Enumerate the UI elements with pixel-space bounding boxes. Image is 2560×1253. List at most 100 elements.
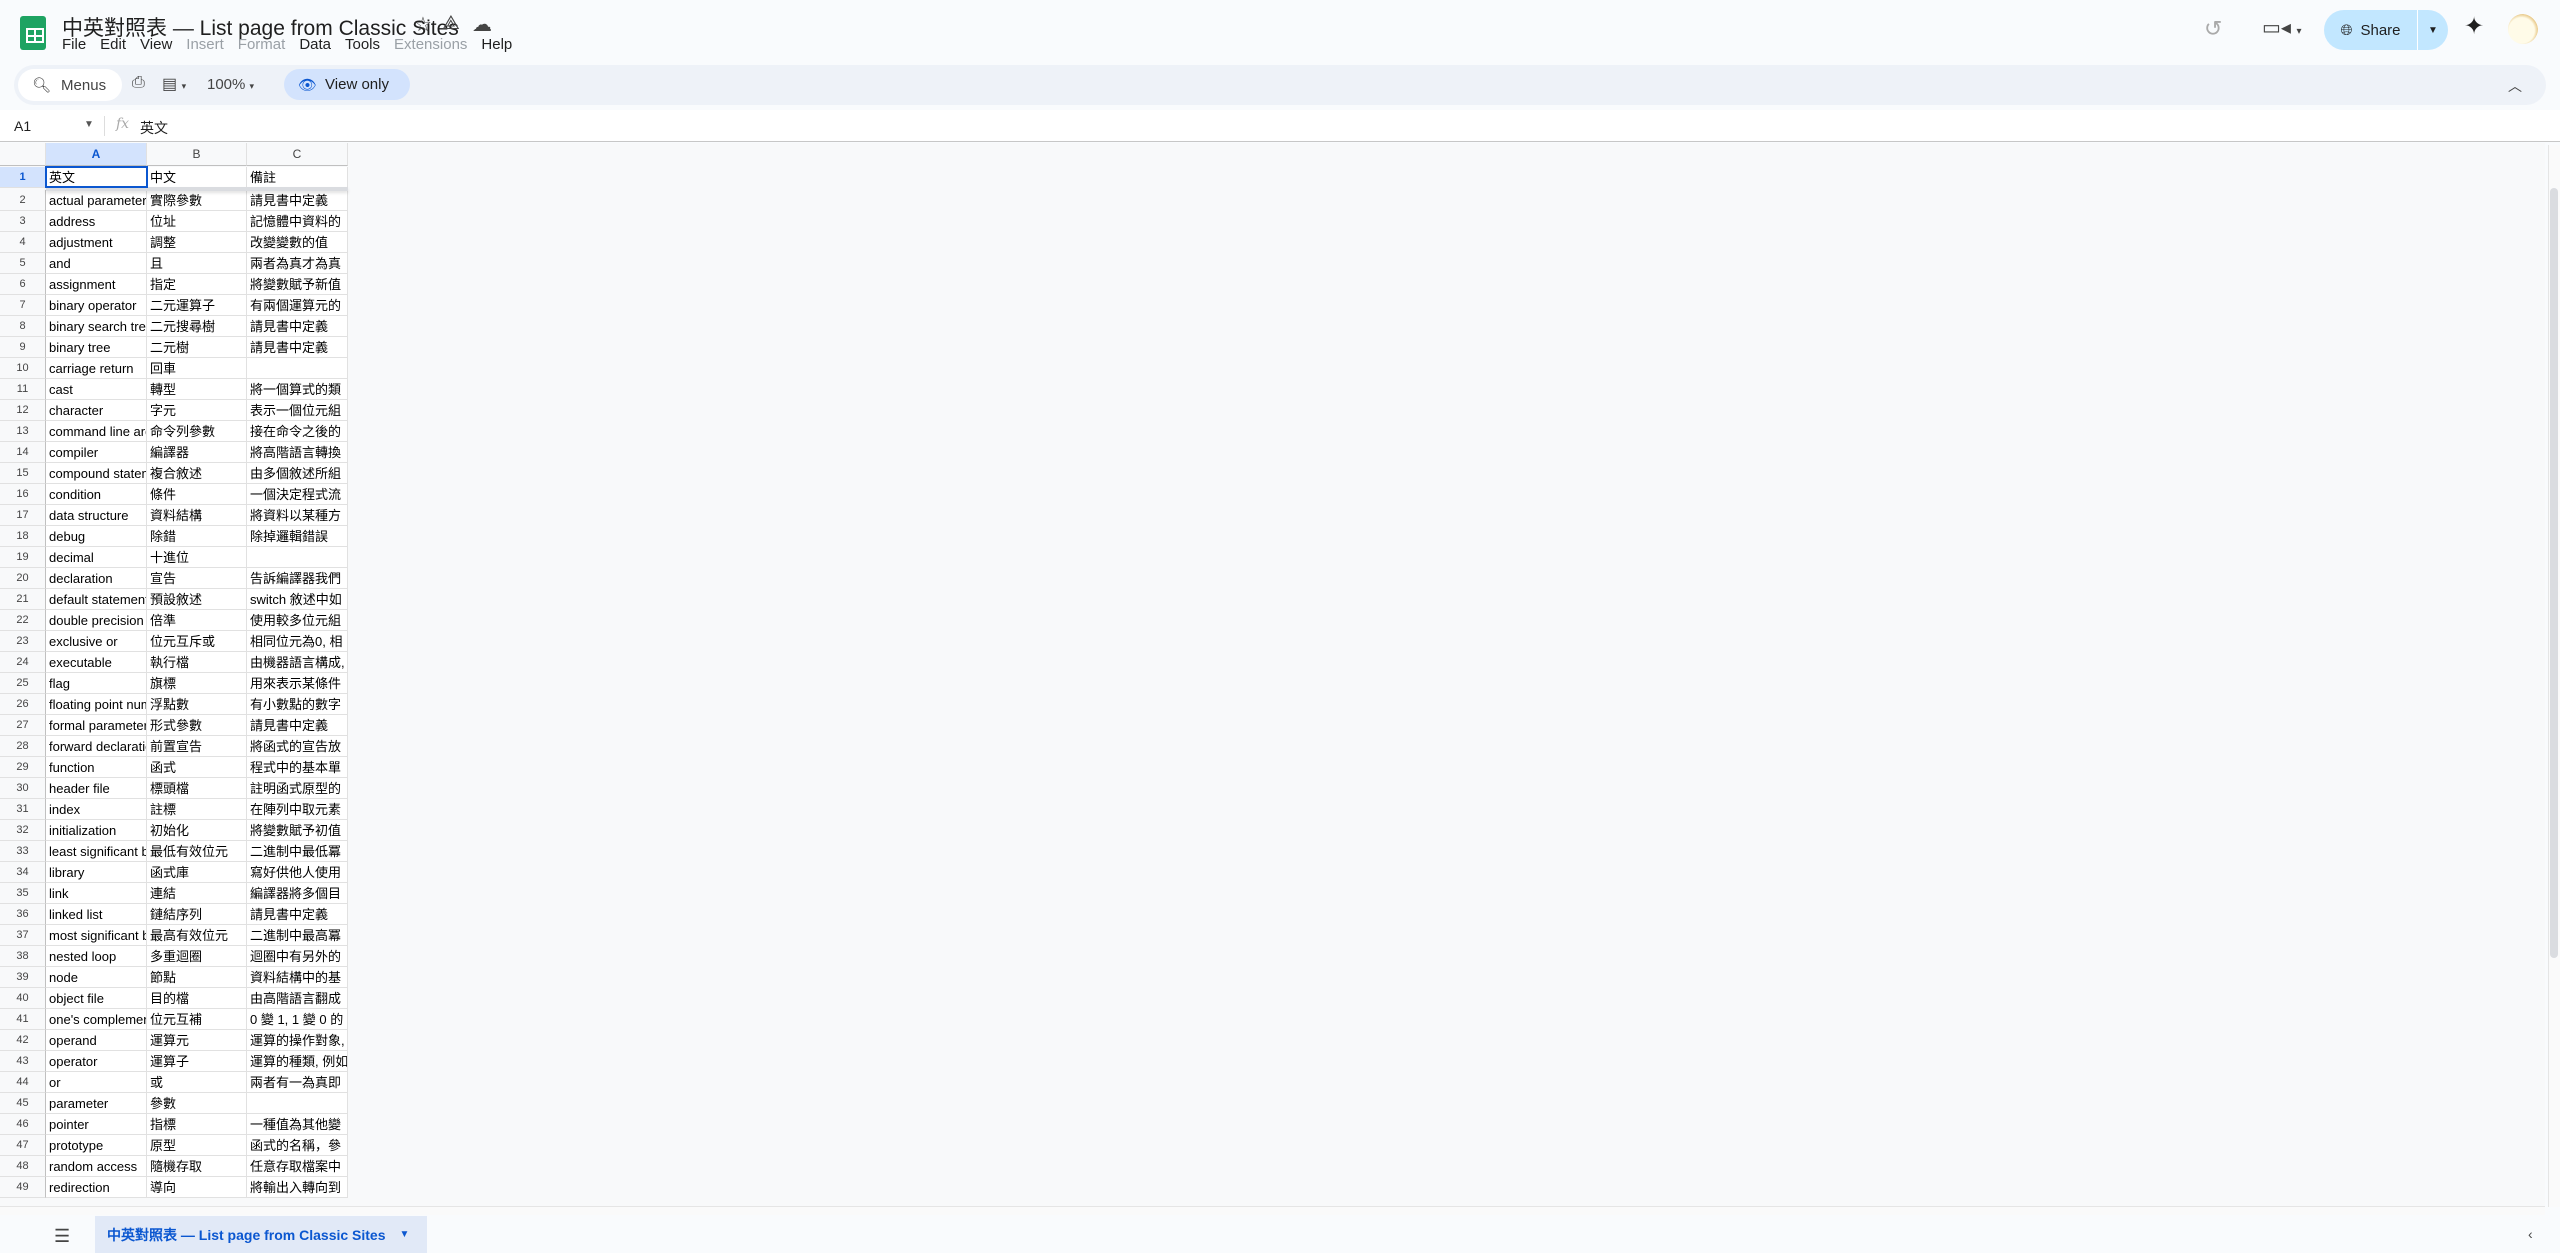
cell-B10[interactable]: 回車 bbox=[147, 358, 247, 379]
name-box-dropdown-icon[interactable]: ▼ bbox=[84, 119, 94, 130]
menu-help[interactable]: Help bbox=[481, 36, 512, 53]
cell-A19[interactable]: decimal bbox=[46, 547, 147, 568]
row-header[interactable]: 2 bbox=[0, 190, 46, 211]
row-header[interactable]: 20 bbox=[0, 568, 46, 589]
row-header[interactable]: 23 bbox=[0, 631, 46, 652]
cell-A12[interactable]: character bbox=[46, 400, 147, 421]
row-header[interactable]: 26 bbox=[0, 694, 46, 715]
row-header[interactable]: 27 bbox=[0, 715, 46, 736]
cell-A17[interactable]: data structure bbox=[46, 505, 147, 526]
cell-B47[interactable]: 原型 bbox=[147, 1135, 247, 1156]
cell-B30[interactable]: 標頭檔 bbox=[147, 778, 247, 799]
sheet-tab[interactable]: 中英對照表 — List page from Classic Sites ▼ bbox=[95, 1216, 427, 1253]
cell-C23[interactable]: 相同位元為0, 相 bbox=[247, 631, 348, 652]
cell-A5[interactable]: and bbox=[46, 253, 147, 274]
cell-C7[interactable]: 有兩個運算元的 bbox=[247, 295, 348, 316]
row-header[interactable]: 15 bbox=[0, 463, 46, 484]
name-box[interactable]: A1 bbox=[14, 118, 31, 134]
row-header[interactable]: 10 bbox=[0, 358, 46, 379]
cell-A21[interactable]: default statement bbox=[46, 589, 147, 610]
cell-B19[interactable]: 十進位 bbox=[147, 547, 247, 568]
cell-B40[interactable]: 目的檔 bbox=[147, 988, 247, 1009]
view-only-button[interactable]: 👁︎ View only bbox=[284, 69, 410, 100]
cell-B15[interactable]: 複合敘述 bbox=[147, 463, 247, 484]
cell-C35[interactable]: 編譯器將多個目 bbox=[247, 883, 348, 904]
cell-A40[interactable]: object file bbox=[46, 988, 147, 1009]
row-header[interactable]: 16 bbox=[0, 484, 46, 505]
cell-A36[interactable]: linked list bbox=[46, 904, 147, 925]
row-header[interactable]: 32 bbox=[0, 820, 46, 841]
row-header[interactable]: 11 bbox=[0, 379, 46, 400]
row-header[interactable]: 12 bbox=[0, 400, 46, 421]
cell-B46[interactable]: 指標 bbox=[147, 1114, 247, 1135]
history-icon[interactable]: ↺ bbox=[2204, 16, 2222, 42]
paint-format-icon[interactable]: ▤ ▾ bbox=[162, 74, 186, 94]
cell-A37[interactable]: most significant bit bbox=[46, 925, 147, 946]
cell-B14[interactable]: 編譯器 bbox=[147, 442, 247, 463]
cell-C38[interactable]: 迴圈中有另外的 bbox=[247, 946, 348, 967]
cell-B45[interactable]: 參數 bbox=[147, 1093, 247, 1114]
cell-C32[interactable]: 將變數賦予初值 bbox=[247, 820, 348, 841]
cell-C48[interactable]: 任意存取檔案中 bbox=[247, 1156, 348, 1177]
column-header-C[interactable]: C bbox=[247, 143, 348, 166]
cell-C45[interactable] bbox=[247, 1093, 348, 1114]
cell-C9[interactable]: 請見書中定義 bbox=[247, 337, 348, 358]
cell-B28[interactable]: 前置宣告 bbox=[147, 736, 247, 757]
row-header[interactable]: 43 bbox=[0, 1051, 46, 1072]
cell-A39[interactable]: node bbox=[46, 967, 147, 988]
row-header[interactable]: 41 bbox=[0, 1009, 46, 1030]
row-header[interactable]: 42 bbox=[0, 1030, 46, 1051]
row-header[interactable]: 39 bbox=[0, 967, 46, 988]
cell-A15[interactable]: compound statement bbox=[46, 463, 147, 484]
cell-A4[interactable]: adjustment bbox=[46, 232, 147, 253]
cell-B27[interactable]: 形式參數 bbox=[147, 715, 247, 736]
cell-C15[interactable]: 由多個敘述所組 bbox=[247, 463, 348, 484]
row-header[interactable]: 3 bbox=[0, 211, 46, 232]
cell-A49[interactable]: redirection bbox=[46, 1177, 147, 1198]
cell-A11[interactable]: cast bbox=[46, 379, 147, 400]
cell-A16[interactable]: condition bbox=[46, 484, 147, 505]
cell-A30[interactable]: header file bbox=[46, 778, 147, 799]
row-header[interactable]: 45 bbox=[0, 1093, 46, 1114]
cell-B2[interactable]: 實際參數 bbox=[147, 190, 247, 211]
cell-B38[interactable]: 多重迴圈 bbox=[147, 946, 247, 967]
cell-A8[interactable]: binary search tree bbox=[46, 316, 147, 337]
cell-B25[interactable]: 旗標 bbox=[147, 673, 247, 694]
cell-B34[interactable]: 函式庫 bbox=[147, 862, 247, 883]
row-header[interactable]: 49 bbox=[0, 1177, 46, 1198]
cell-C47[interactable]: 函式的名稱，參 bbox=[247, 1135, 348, 1156]
cell-C18[interactable]: 除掉邏輯錯誤 bbox=[247, 526, 348, 547]
cell-C24[interactable]: 由機器語言構成, bbox=[247, 652, 348, 673]
row-header[interactable]: 47 bbox=[0, 1135, 46, 1156]
cell-C41[interactable]: 0 變 1, 1 變 0 的 bbox=[247, 1009, 348, 1030]
cell-A27[interactable]: formal parameter bbox=[46, 715, 147, 736]
all-sheets-icon[interactable]: ☰ bbox=[54, 1226, 70, 1247]
star-icon[interactable]: ☆ bbox=[414, 12, 432, 37]
cell-A45[interactable]: parameter bbox=[46, 1093, 147, 1114]
row-header[interactable]: 25 bbox=[0, 673, 46, 694]
collapse-toolbar-icon[interactable]: ︿ bbox=[2508, 76, 2522, 96]
cell-A35[interactable]: link bbox=[46, 883, 147, 904]
cell-C26[interactable]: 有小數點的數字 bbox=[247, 694, 348, 715]
cell-C11[interactable]: 將一個算式的類 bbox=[247, 379, 348, 400]
cell-B41[interactable]: 位元互補 bbox=[147, 1009, 247, 1030]
gemini-icon[interactable]: ✦ bbox=[2464, 12, 2484, 41]
cell-A42[interactable]: operand bbox=[46, 1030, 147, 1051]
row-header[interactable]: 31 bbox=[0, 799, 46, 820]
cell-C29[interactable]: 程式中的基本單 bbox=[247, 757, 348, 778]
row-header[interactable]: 38 bbox=[0, 946, 46, 967]
meet-icon[interactable]: ▭◂ ▾ bbox=[2262, 15, 2302, 40]
cell-A47[interactable]: prototype bbox=[46, 1135, 147, 1156]
cell-A14[interactable]: compiler bbox=[46, 442, 147, 463]
sheet-tab-dropdown-icon[interactable]: ▼ bbox=[400, 1229, 410, 1240]
row-header[interactable]: 21 bbox=[0, 589, 46, 610]
row-header[interactable]: 34 bbox=[0, 862, 46, 883]
cell-B32[interactable]: 初始化 bbox=[147, 820, 247, 841]
row-header[interactable]: 4 bbox=[0, 232, 46, 253]
row-header[interactable]: 14 bbox=[0, 442, 46, 463]
cell-B22[interactable]: 倍準 bbox=[147, 610, 247, 631]
cell-C3[interactable]: 記憶體中資料的 bbox=[247, 211, 348, 232]
cell-A10[interactable]: carriage return bbox=[46, 358, 147, 379]
cell-B11[interactable]: 轉型 bbox=[147, 379, 247, 400]
row-header[interactable]: 1 bbox=[0, 167, 46, 188]
